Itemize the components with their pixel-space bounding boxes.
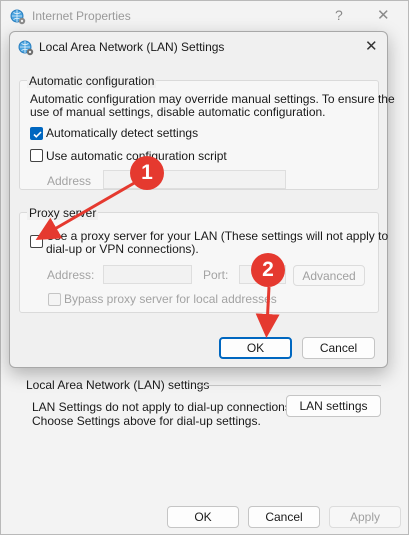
window-title: Internet Properties <box>32 9 131 23</box>
advanced-button[interactable]: Advanced <box>293 265 365 286</box>
lan-settings-group-header: Local Area Network (LAN) settings <box>26 378 210 392</box>
lan-note-line: LAN Settings do not apply to dial-up con… <box>32 400 295 414</box>
auto-detect-checkbox[interactable] <box>30 127 43 140</box>
script-address-label: Address <box>47 174 92 188</box>
globe-settings-icon <box>18 40 34 56</box>
proxy-address-label: Address: <box>47 268 95 282</box>
auto-config-script-checkbox[interactable] <box>30 149 43 162</box>
group-label: Proxy server <box>27 206 99 220</box>
bypass-local-checkbox[interactable] <box>48 293 61 306</box>
dialog-cancel-button[interactable]: Cancel <box>302 337 375 359</box>
auto-detect-label[interactable]: Automatically detect settings <box>46 127 198 140</box>
dialog-ok-button[interactable]: OK <box>219 337 292 359</box>
use-proxy-checkbox[interactable] <box>30 235 43 248</box>
lan-settings-dialog: Local Area Network (LAN) Settings ✕ Auto… <box>9 31 395 368</box>
globe-settings-icon <box>10 9 26 25</box>
outer-title-bar: Internet Properties ? ✕ <box>1 1 408 33</box>
auto-config-description: use of manual settings, disable automati… <box>30 105 326 119</box>
group-label: Automatic configuration <box>27 74 157 88</box>
dialog-title: Local Area Network (LAN) Settings <box>39 40 225 54</box>
lan-settings-button[interactable]: LAN settings <box>286 395 381 417</box>
ok-button[interactable]: OK <box>167 506 239 528</box>
proxy-address-field[interactable] <box>103 265 192 284</box>
bypass-local-label[interactable]: Bypass proxy server for local addresses <box>64 293 277 306</box>
close-icon[interactable]: ✕ <box>377 6 390 24</box>
use-proxy-label[interactable]: dial-up or VPN connections). <box>46 243 199 256</box>
help-button[interactable]: ? <box>335 7 343 23</box>
apply-button[interactable]: Apply <box>329 506 401 528</box>
cancel-button[interactable]: Cancel <box>248 506 320 528</box>
annotation-badge-2: 2 <box>251 253 285 287</box>
group-divider <box>197 385 381 386</box>
proxy-port-label: Port: <box>203 268 229 282</box>
close-icon[interactable]: ✕ <box>365 37 378 55</box>
annotation-badge-1: 1 <box>130 156 164 190</box>
lan-note-line: Choose Settings above for dial-up settin… <box>32 414 261 428</box>
lan-settings-note: LAN Settings do not apply to dial-up con… <box>32 400 294 428</box>
